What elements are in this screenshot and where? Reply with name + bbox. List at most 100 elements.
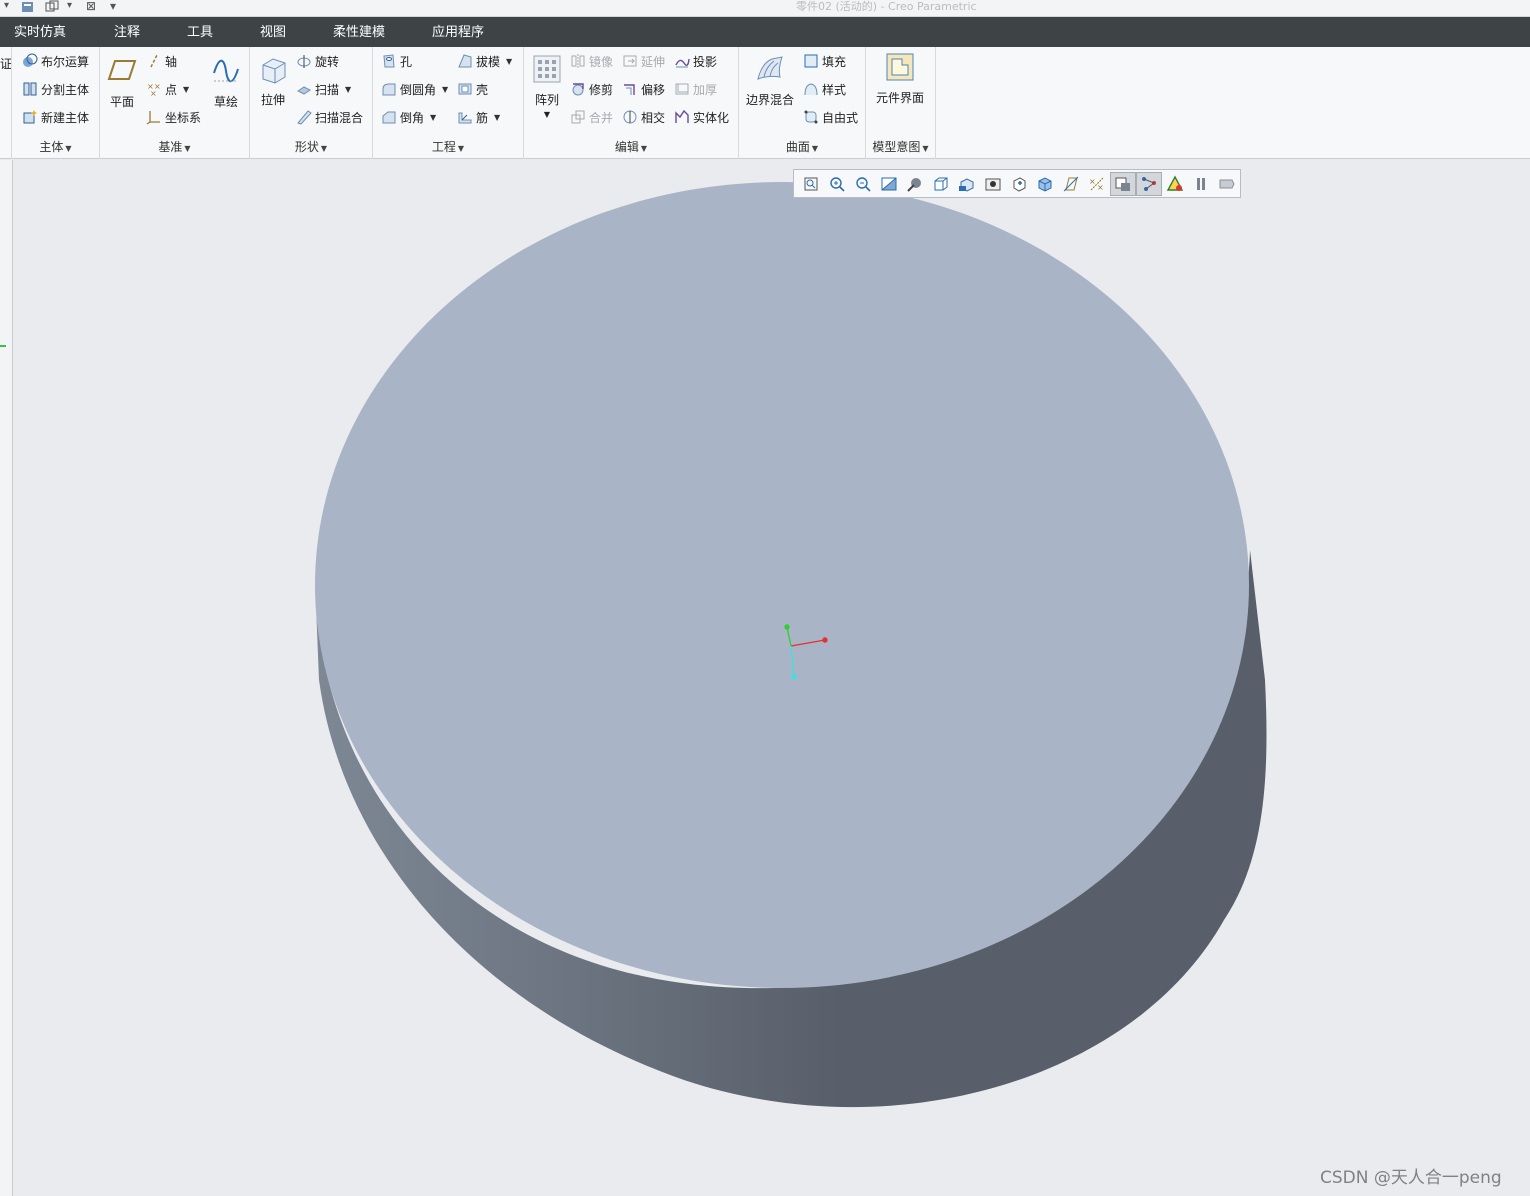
tab-annotate[interactable]: 注释 (114, 17, 140, 47)
point-dropdown-icon[interactable]: ▼ (183, 85, 189, 94)
freestyle-button[interactable]: 自由式 (803, 107, 858, 127)
mirror-button[interactable]: 镜像 (570, 51, 613, 71)
plane-button[interactable]: 平面 (104, 55, 140, 110)
title-bar: ▾ ▾ ⊠ ▾ 零件02 (活动的) - Creo Parametric (0, 0, 1530, 17)
panel-indicator (0, 345, 6, 347)
boolean-icon (23, 53, 38, 67)
round-label: 倒圆角 (400, 82, 437, 97)
spin-center-button[interactable] (1006, 172, 1032, 196)
new-body-button[interactable]: 新建主体 (22, 107, 89, 127)
quick-access-menu-icon[interactable]: ▾ (4, 0, 9, 14)
revolve-button[interactable]: 旋转 (296, 51, 339, 71)
pattern-label: 阵列 (534, 93, 559, 107)
trim-icon (572, 83, 584, 96)
rib-button[interactable]: 筋 ▼ (457, 107, 500, 127)
group-surfaces-label[interactable]: 曲面 ▼ (739, 138, 865, 155)
sweep-button[interactable]: 扫描 ▼ (296, 79, 351, 99)
project-button[interactable]: 投影 (674, 51, 717, 71)
windows-dropdown-icon[interactable]: ▾ (67, 0, 72, 14)
tab-view[interactable]: 视图 (260, 17, 286, 47)
group-surfaces-label-text: 曲面 (785, 140, 810, 154)
split-body-button[interactable]: 分割主体 (22, 79, 89, 99)
cylinder-top-face[interactable] (315, 182, 1249, 988)
graphics-window[interactable] (14, 160, 1530, 1196)
merge-button[interactable]: 合并 (570, 107, 613, 127)
regenerate-icon[interactable] (20, 0, 36, 14)
chamfer-dropdown-icon[interactable]: ▼ (430, 113, 436, 122)
intersect-button[interactable]: 相交 (622, 107, 665, 127)
thicken-button[interactable]: 加厚 (674, 79, 717, 99)
chamfer-button[interactable]: 倒角 ▼ (381, 107, 436, 127)
zoom-in-button[interactable] (824, 172, 850, 196)
split-body-label: 分割主体 (41, 82, 90, 97)
shell-button[interactable]: 壳 (457, 79, 488, 99)
pattern-dropdown-icon[interactable]: ▼ (530, 110, 564, 119)
draft-dropdown-icon[interactable]: ▼ (506, 57, 512, 66)
hole-button[interactable]: 孔 (381, 51, 412, 71)
ribbon: 证 布尔运算 分割主体 新建主体 主体 ▼ 平面 轴 × × × 点 ▼ 坐标系… (0, 47, 1530, 159)
annotation-display-button[interactable] (1110, 171, 1136, 196)
point-button[interactable]: × × × 点 ▼ (146, 79, 189, 99)
pause-button[interactable] (1188, 172, 1214, 196)
named-views-button[interactable] (1032, 172, 1058, 196)
extrude-button[interactable]: 拉伸 (254, 53, 292, 108)
customize-qat-icon[interactable]: ▾ (110, 0, 116, 14)
csys-button[interactable]: 坐标系 (146, 107, 201, 127)
pattern-button[interactable]: 阵列 ▼ (530, 53, 564, 119)
zoom-out-button[interactable] (850, 172, 876, 196)
chamfer-label: 倒角 (400, 110, 425, 125)
offset-button[interactable]: 偏移 (622, 79, 665, 99)
trim-button[interactable]: 修剪 (570, 79, 613, 99)
windows-icon[interactable] (44, 0, 60, 14)
round-dropdown-icon[interactable]: ▼ (442, 85, 448, 94)
tab-realtime-simulation[interactable]: 实时仿真 (14, 17, 66, 47)
group-datum: 平面 轴 × × × 点 ▼ 坐标系 草绘 基准 ▼ (100, 47, 250, 159)
boundary-blend-button[interactable]: 边界混合 (743, 53, 797, 108)
group-editing-label[interactable]: 编辑 ▼ (524, 138, 738, 155)
repaint-button[interactable] (876, 172, 902, 196)
zoom-in-icon (830, 176, 845, 192)
view-manager-icon (959, 177, 974, 192)
solidify-button[interactable]: 实体化 (674, 107, 729, 127)
sweep-dropdown-icon[interactable]: ▼ (345, 85, 351, 94)
merge-label: 合并 (589, 110, 614, 125)
swept-blend-button[interactable]: 扫描混合 (296, 107, 363, 127)
draft-button[interactable]: 拔模 ▼ (457, 51, 512, 71)
appearance-button[interactable] (1162, 172, 1188, 196)
svg-text:×: × (1089, 177, 1096, 186)
sketch-button[interactable]: 草绘 (208, 55, 244, 110)
tab-tools[interactable]: 工具 (187, 17, 213, 47)
datum-planes-button[interactable] (1058, 172, 1084, 196)
model-viewport[interactable] (14, 160, 1530, 1196)
axis-button[interactable]: 轴 (146, 51, 177, 71)
group-shapes-label[interactable]: 形状 ▼ (250, 138, 372, 155)
group-engineering-label[interactable]: 工程 ▼ (373, 138, 523, 155)
saved-orientations-button[interactable] (928, 172, 954, 196)
selection-filter-button[interactable] (1136, 171, 1162, 196)
group-body-label[interactable]: 主体 ▼ (12, 138, 99, 155)
rib-dropdown-icon[interactable]: ▼ (494, 113, 500, 122)
round-button[interactable]: 倒圆角 ▼ (381, 79, 448, 99)
fill-button[interactable]: 填充 (803, 51, 846, 71)
close-window-icon[interactable]: ⊠ (86, 0, 96, 14)
stop-icon (1219, 179, 1235, 188)
group-datum-label[interactable]: 基准 ▼ (100, 138, 249, 155)
refit-button[interactable] (798, 172, 824, 196)
component-interface-icon (886, 53, 914, 81)
style-button[interactable]: 样式 (803, 79, 846, 99)
tab-flexible-modeling[interactable]: 柔性建模 (333, 17, 385, 47)
display-style-button[interactable] (902, 172, 928, 196)
component-interface-button[interactable]: 元件界面 (872, 51, 928, 106)
group-datum-label-text: 基准 (158, 140, 183, 154)
view-manager-button[interactable] (954, 172, 980, 196)
stop-button[interactable] (1214, 172, 1240, 196)
display-style-icon (907, 177, 921, 192)
model-tree-panel[interactable] (0, 160, 13, 1196)
datum-display-filters-button[interactable]: × × (1084, 172, 1110, 196)
tab-applications[interactable]: 应用程序 (432, 17, 484, 47)
merge-icon (571, 110, 585, 124)
perspective-button[interactable] (980, 172, 1006, 196)
extend-button[interactable]: 延伸 (622, 51, 665, 71)
group-model-intent-label[interactable]: 模型意图 ▼ (866, 138, 935, 155)
boolean-button[interactable]: 布尔运算 (22, 51, 89, 71)
